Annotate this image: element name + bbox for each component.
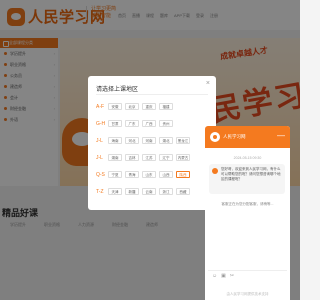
region-option[interactable]: 广西 — [142, 120, 156, 127]
region-option[interactable]: 内蒙古 — [176, 154, 190, 161]
region-option[interactable]: 贵州 — [159, 120, 173, 127]
region-row: G-H 甘肃 广东 广西 贵州 — [96, 120, 176, 127]
region-letter: T-Z — [96, 188, 104, 195]
emoji-icon[interactable]: ☺ — [212, 273, 217, 279]
region-option[interactable]: 江苏 — [142, 154, 156, 161]
region-option[interactable]: 湖北 — [159, 137, 173, 144]
chat-input-area[interactable]: ☺ ▣ ✂ — [208, 270, 287, 290]
region-row: Q-S 宁夏 青海 山东 山西 陕西 — [96, 171, 193, 178]
chat-toolbar: ☺ ▣ ✂ — [212, 273, 238, 279]
region-letter: A-F — [96, 103, 105, 110]
divider — [96, 94, 208, 95]
region-option[interactable]: 西藏 — [176, 188, 190, 195]
region-option-selected[interactable]: 陕西 — [176, 171, 190, 178]
modal-title: 请选择上课地区 — [96, 87, 139, 93]
region-option[interactable]: 甘肃 — [108, 120, 122, 127]
region-row: T-Z 天津 新疆 云南 浙江 西藏 — [96, 188, 193, 195]
scissors-icon[interactable]: ✂ — [230, 273, 234, 279]
region-row: J-L 海南 河北 河南 湖北 黑龙江 — [96, 137, 193, 144]
region-option[interactable]: 北京 — [125, 103, 139, 110]
chat-agent-name: 人民学习网 — [223, 134, 246, 139]
region-option[interactable]: 辽宁 — [159, 154, 173, 161]
region-option[interactable]: 河北 — [125, 137, 139, 144]
region-option[interactable]: 山东 — [142, 171, 156, 178]
region-option[interactable]: 山西 — [159, 171, 173, 178]
region-option[interactable]: 天津 — [108, 188, 122, 195]
region-option[interactable]: 云南 — [142, 188, 156, 195]
chat-widget: 人民学习网 — 2024-05-15 09:30 您好呀，欢迎来到人民学习网，有… — [205, 126, 290, 300]
region-select-modal: 请选择上课地区 × A-F 安徽 北京 重庆 福建 G-H 甘肃 广东 广西 贵… — [88, 76, 216, 210]
region-option[interactable]: 安徽 — [108, 103, 122, 110]
region-option[interactable]: 宁夏 — [108, 171, 122, 178]
chat-message: 您好呀，欢迎来到人民学习网，有什么可以帮助您的呢？请问您想咨询哪个地区的课程呢？ — [209, 164, 285, 194]
avatar — [212, 168, 218, 174]
region-option[interactable]: 河南 — [142, 137, 156, 144]
region-row: A-F 安徽 北京 重庆 福建 — [96, 103, 176, 110]
region-option[interactable]: 湖南 — [108, 154, 122, 161]
image-icon[interactable]: ▣ — [221, 273, 226, 279]
region-row: J-L 湖南 吉林 江苏 辽宁 内蒙古 — [96, 154, 193, 161]
chat-header: 人民学习网 — — [205, 126, 290, 148]
region-letter: Q-S — [96, 171, 105, 178]
region-letter: J-L — [96, 154, 103, 161]
region-option[interactable]: 吉林 — [125, 154, 139, 161]
close-icon[interactable]: × — [206, 80, 210, 87]
chat-timestamp: 2024-05-15 09:30 — [233, 156, 262, 160]
region-option[interactable]: 重庆 — [142, 103, 156, 110]
region-option[interactable]: 福建 — [159, 103, 173, 110]
region-option[interactable]: 新疆 — [125, 188, 139, 195]
chat-message-text: 您好呀，欢迎来到人民学习网，有什么可以帮助您的呢？请问您想咨询哪个地区的课程呢？ — [221, 167, 281, 181]
region-option[interactable]: 青海 — [125, 171, 139, 178]
region-letter: G-H — [96, 120, 106, 127]
chat-status: 客服正在为您分配客服，请稍等... — [221, 202, 274, 206]
region-option[interactable]: 海南 — [108, 137, 122, 144]
chat-footer: 由人民学习网提供技术支持 — [226, 292, 269, 296]
region-option[interactable]: 黑龙江 — [176, 137, 190, 144]
region-letter: J-L — [96, 137, 103, 144]
region-option[interactable]: 浙江 — [159, 188, 173, 195]
minimize-icon[interactable]: — — [277, 131, 285, 140]
region-option[interactable]: 广东 — [125, 120, 139, 127]
avatar — [210, 132, 220, 142]
